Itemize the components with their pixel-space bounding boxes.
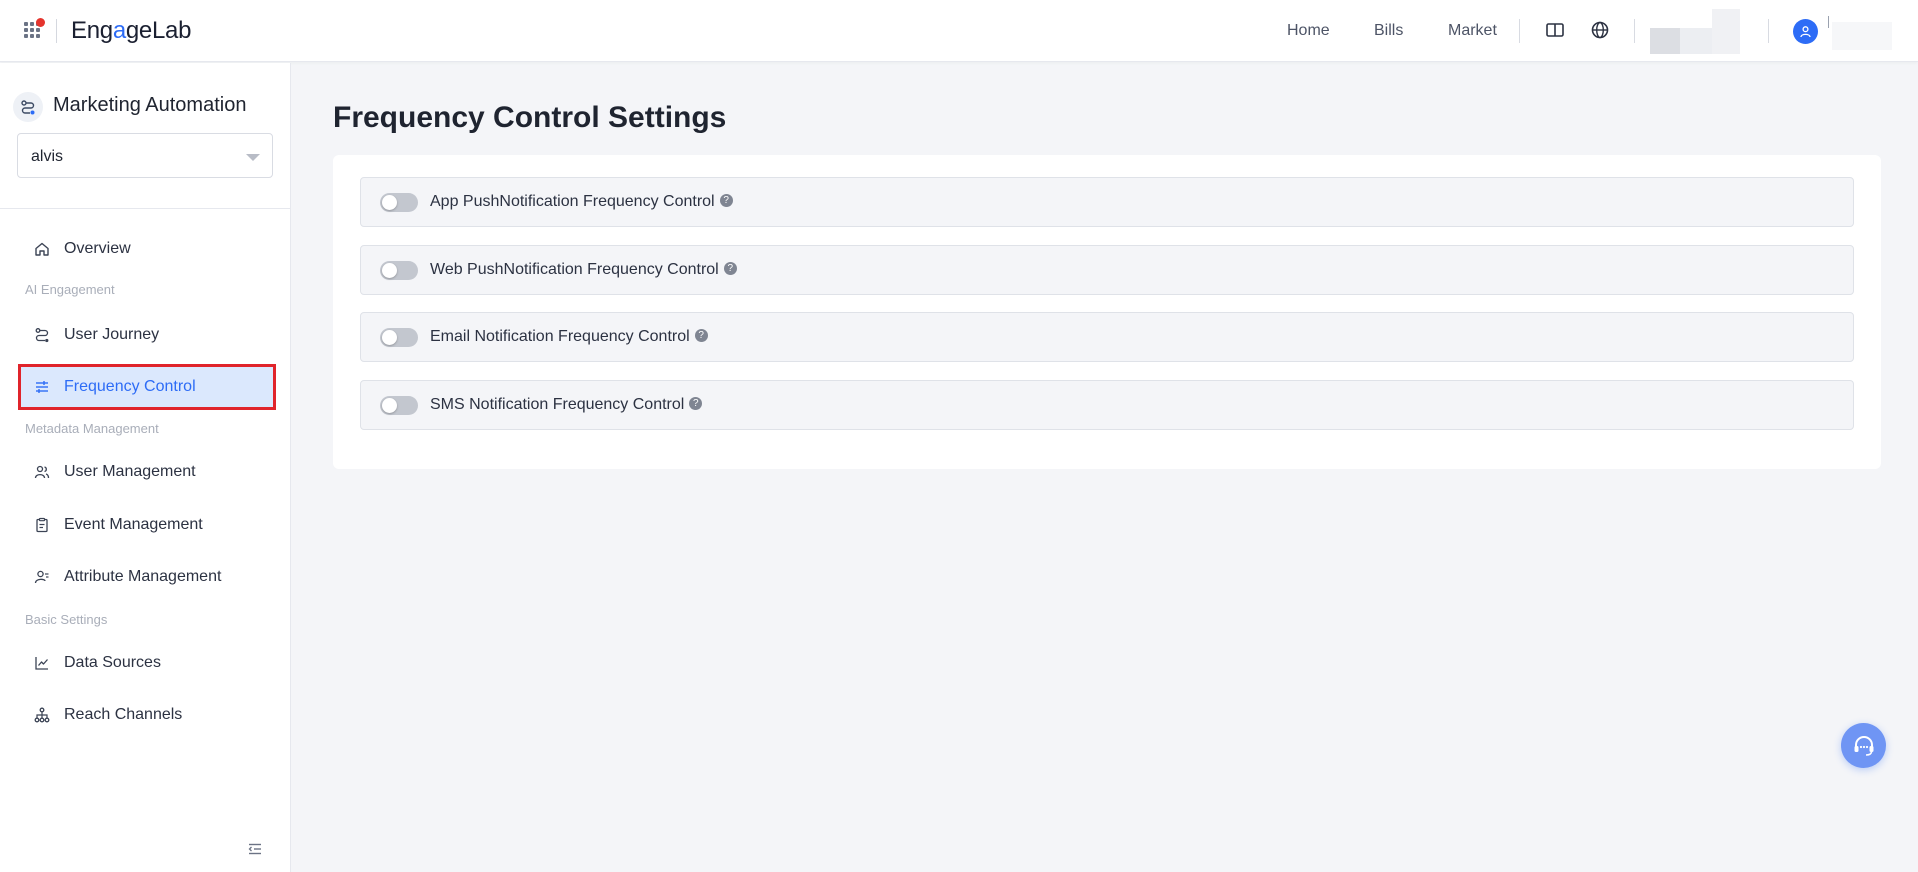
sidebar-item-label: Data Sources [64, 654, 161, 671]
nav-home[interactable]: Home [1287, 22, 1330, 40]
headset-icon [1854, 735, 1873, 756]
help-icon[interactable]: ? [723, 262, 737, 276]
help-icon[interactable]: ? [689, 397, 703, 411]
user-icon [1800, 26, 1811, 38]
project-select-value: alvis [31, 148, 64, 165]
nav-group-basic-settings: Basic Settings [25, 612, 108, 627]
sidebar-item-attribute-management[interactable]: Attribute Management [18, 554, 276, 600]
journey-icon [35, 328, 49, 343]
sms-toggle[interactable] [380, 396, 418, 415]
top-bar: EngageLab Home Bills Market [0, 0, 1918, 62]
nav-group-metadata-management: Metadata Management [25, 421, 159, 436]
customer-support-button[interactable] [1841, 723, 1886, 768]
help-icon[interactable]: ? [694, 329, 708, 343]
product-title: Marketing Automation [53, 94, 247, 116]
setting-row-web-push: Web PushNotification Frequency Control? [360, 245, 1854, 295]
help-icon[interactable]: ? [719, 194, 733, 208]
engagelab-logo[interactable]: EngageLab [71, 17, 191, 45]
divider [1768, 19, 1769, 43]
book-icon[interactable] [1545, 20, 1565, 40]
email-toggle[interactable] [380, 328, 418, 347]
sidebar-item-label: Overview [64, 240, 131, 257]
users-icon [34, 465, 50, 479]
nav-bills[interactable]: Bills [1374, 22, 1403, 40]
sidebar-item-label: User Management [64, 463, 196, 480]
setting-label: Web PushNotification Frequency Control? [430, 261, 737, 279]
sidebar-item-reach-channels[interactable]: Reach Channels [18, 692, 276, 738]
web-push-toggle[interactable] [380, 261, 418, 280]
automation-icon [13, 92, 43, 122]
setting-row-app-push: App PushNotification Frequency Control? [360, 177, 1854, 227]
settings-card: App PushNotification Frequency Control? … [333, 155, 1881, 469]
sidebar-item-user-management[interactable]: User Management [18, 449, 276, 495]
collapse-sidebar-icon[interactable] [247, 841, 263, 857]
sidebar-item-event-management[interactable]: Event Management [18, 502, 276, 548]
project-select[interactable]: alvis [17, 133, 273, 178]
redacted-account-info [1828, 16, 1829, 28]
clipboard-icon [36, 517, 48, 533]
redacted-account-info [1832, 22, 1892, 50]
sidebar-item-user-journey[interactable]: User Journey [18, 312, 276, 358]
setting-label: SMS Notification Frequency Control? [430, 396, 703, 414]
toggle-knob [382, 398, 397, 413]
sidebar-item-label: User Journey [64, 326, 160, 343]
toggle-knob [382, 330, 397, 345]
redacted-account-info [1712, 9, 1740, 54]
page-title: Frequency Control Settings [333, 101, 727, 134]
home-icon [35, 242, 49, 256]
setting-label: App PushNotification Frequency Control? [430, 193, 733, 211]
app-push-toggle[interactable] [380, 193, 418, 212]
network-icon [34, 707, 50, 723]
redacted-account-info [1650, 28, 1680, 54]
setting-label: Email Notification Frequency Control? [430, 328, 708, 346]
setting-row-sms: SMS Notification Frequency Control? [360, 380, 1854, 430]
setting-row-email: Email Notification Frequency Control? [360, 312, 1854, 362]
toggle-knob [382, 263, 397, 278]
chevron-down-icon [246, 154, 260, 161]
nav-market[interactable]: Market [1448, 22, 1497, 40]
sidebar: Marketing Automation alvis Overview AI E… [0, 63, 291, 872]
sidebar-item-overview[interactable]: Overview [18, 226, 276, 272]
notification-dot [36, 18, 45, 27]
sidebar-item-label: Frequency Control [64, 378, 196, 395]
divider [0, 208, 291, 209]
sidebar-item-frequency-control[interactable]: Frequency Control [18, 364, 276, 410]
divider [1634, 19, 1635, 43]
toggle-knob [382, 195, 397, 210]
user-attribute-icon [34, 570, 49, 584]
divider [56, 19, 57, 43]
sidebar-item-label: Reach Channels [64, 706, 183, 723]
sidebar-item-data-sources[interactable]: Data Sources [18, 640, 276, 686]
sidebar-item-label: Event Management [64, 516, 203, 533]
divider [1519, 19, 1520, 43]
line-chart-icon [35, 657, 48, 670]
globe-icon[interactable] [1590, 20, 1610, 40]
redacted-account-info [1680, 28, 1712, 54]
sidebar-item-label: Attribute Management [64, 568, 222, 585]
sliders-icon [36, 381, 48, 393]
nav-group-ai-engagement: AI Engagement [25, 282, 115, 297]
user-avatar[interactable] [1793, 19, 1818, 44]
